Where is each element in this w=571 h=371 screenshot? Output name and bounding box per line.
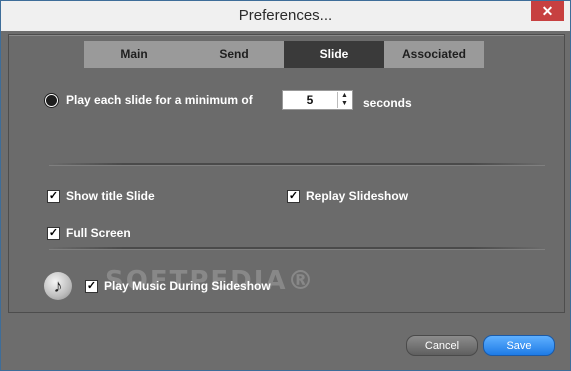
separator: [49, 247, 545, 249]
play-music-option[interactable]: ✓ Play Music During Slideshow: [85, 279, 271, 293]
arrow-down-icon[interactable]: ▼: [338, 100, 351, 108]
tab-bar: Main Send Slide Associated: [84, 41, 484, 68]
tab-send[interactable]: Send: [184, 41, 284, 68]
music-note-icon: ♪: [44, 272, 72, 300]
arrow-up-icon[interactable]: ▲: [338, 92, 351, 100]
separator: [49, 163, 545, 165]
title-bar[interactable]: Preferences... ✕: [1, 1, 570, 31]
full-screen-option[interactable]: ✓ Full Screen: [47, 226, 131, 240]
min-duration-radio[interactable]: [45, 93, 58, 107]
min-duration-option[interactable]: Play each slide for a minimum of: [45, 93, 253, 107]
show-title-label: Show title Slide: [66, 189, 155, 203]
cancel-button[interactable]: Cancel: [406, 335, 478, 356]
min-duration-label: Play each slide for a minimum of: [66, 93, 253, 107]
replay-option[interactable]: ✓ Replay Slideshow: [287, 189, 408, 203]
tab-associated[interactable]: Associated: [384, 41, 484, 68]
show-title-checkbox[interactable]: ✓: [47, 189, 60, 203]
min-duration-value[interactable]: 5: [283, 91, 337, 109]
min-duration-stepper[interactable]: 5 ▲ ▼: [282, 90, 353, 110]
tab-slide[interactable]: Slide: [284, 41, 384, 68]
window-title: Preferences...: [238, 7, 333, 24]
show-title-option[interactable]: ✓ Show title Slide: [47, 189, 155, 203]
play-music-checkbox[interactable]: ✓: [85, 279, 98, 293]
seconds-label: seconds: [363, 96, 412, 110]
full-screen-label: Full Screen: [66, 226, 131, 240]
tab-main[interactable]: Main: [84, 41, 184, 68]
full-screen-checkbox[interactable]: ✓: [47, 226, 60, 240]
close-icon[interactable]: ✕: [531, 1, 564, 21]
stepper-buttons: ▲ ▼: [337, 92, 351, 108]
save-button[interactable]: Save: [483, 335, 555, 356]
play-music-label: Play Music During Slideshow: [104, 279, 271, 293]
preferences-window: Preferences... ✕ Main Send Slide Associa…: [0, 0, 571, 371]
replay-label: Replay Slideshow: [306, 189, 409, 203]
replay-checkbox[interactable]: ✓: [287, 189, 300, 203]
